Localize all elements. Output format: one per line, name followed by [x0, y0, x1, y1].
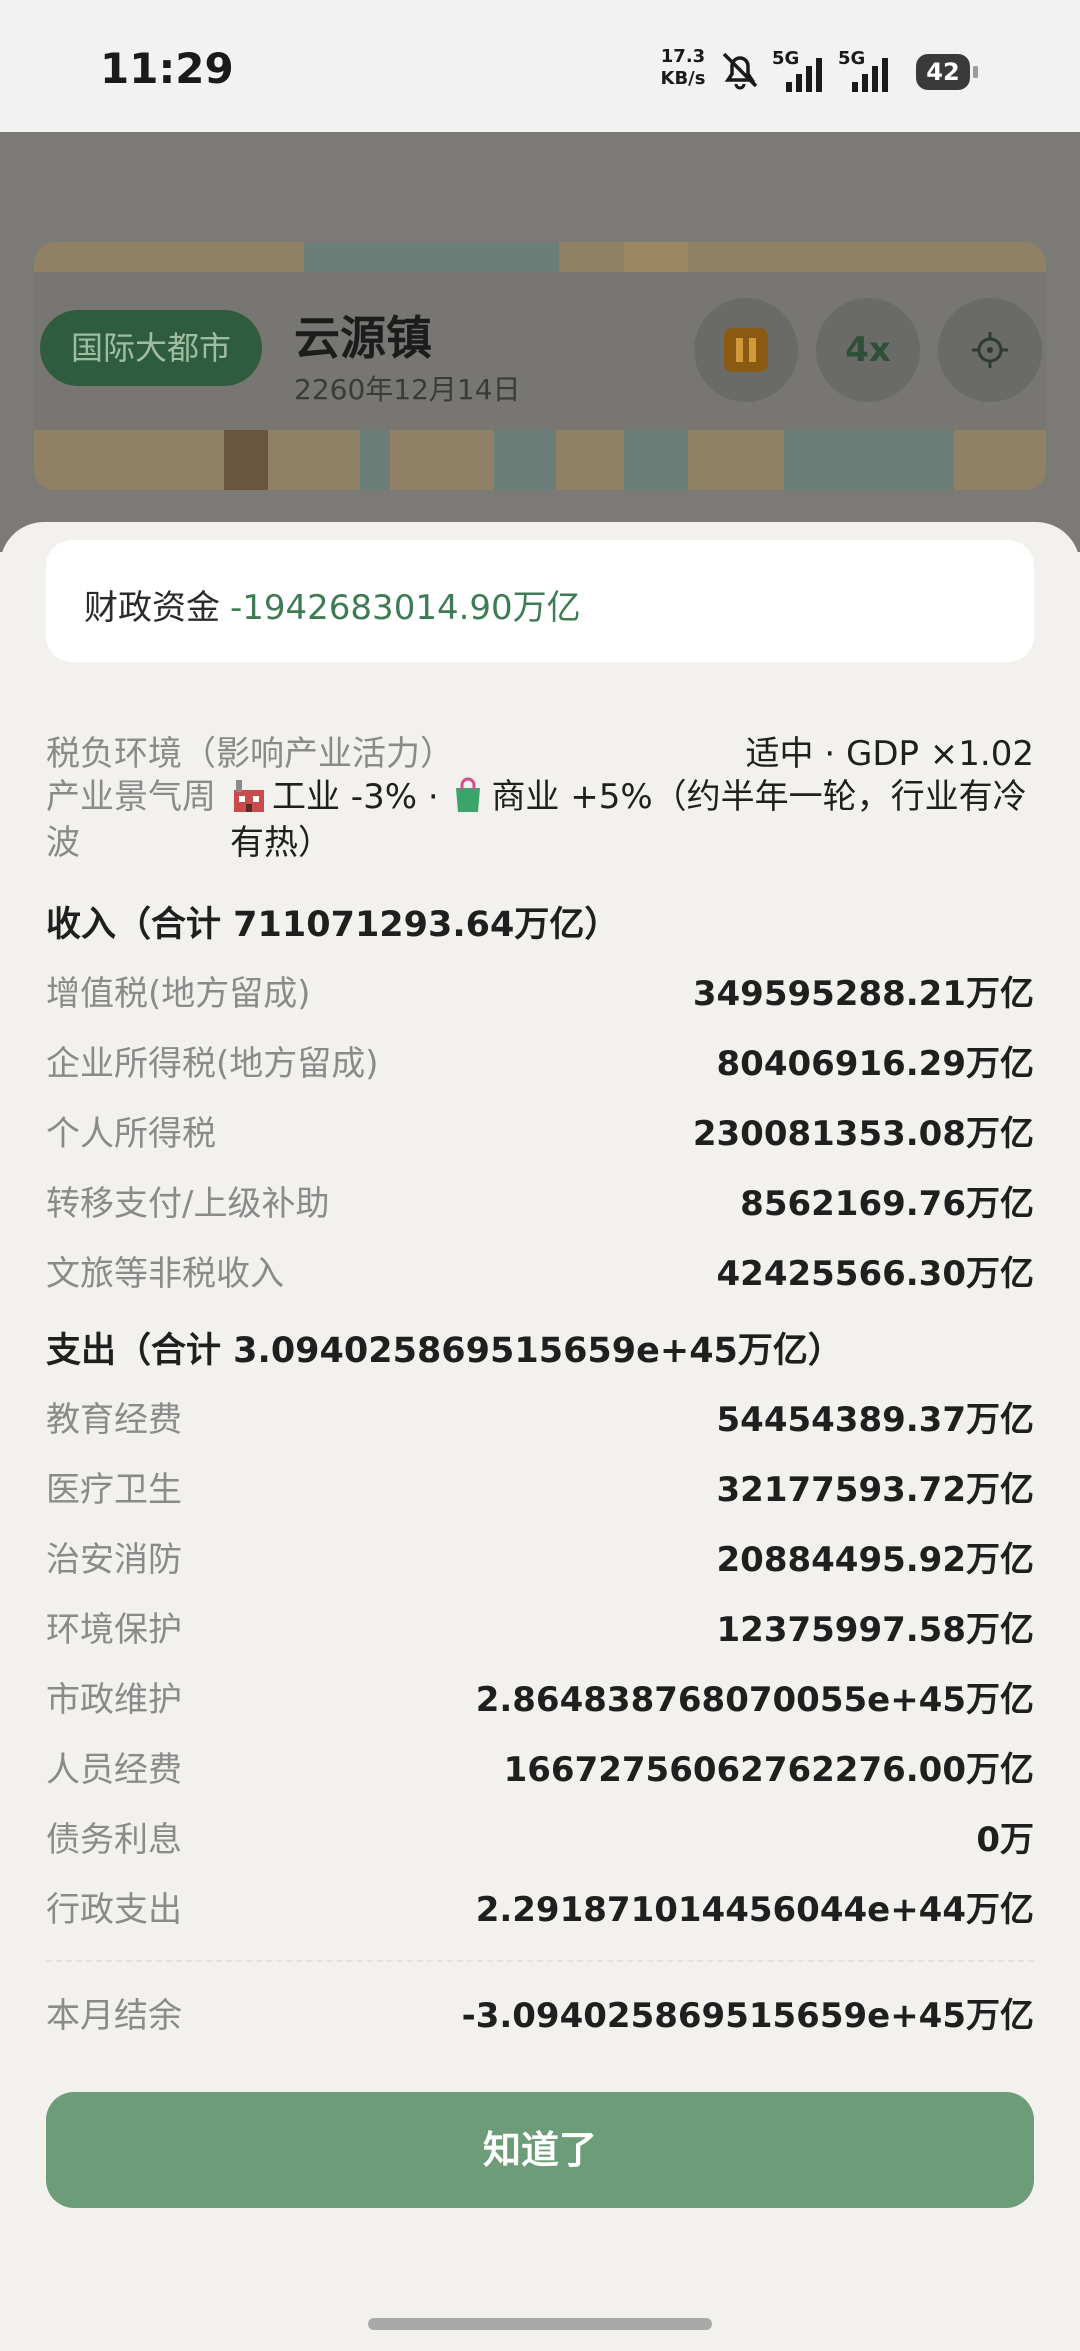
settings-icon	[972, 332, 1008, 368]
income-value: 8562169.76万亿	[740, 1184, 1034, 1224]
expense-label: 医疗卫生	[46, 1470, 182, 1510]
network-speed: 17.3 KB/s	[658, 46, 708, 90]
network-speed-unit: KB/s	[660, 68, 706, 89]
speed-button[interactable]: 4x	[816, 298, 920, 402]
funds-card: 财政资金 -1942683014.90万亿	[46, 540, 1034, 662]
divider	[46, 1960, 1034, 1962]
town-name: 云源镇	[294, 311, 432, 365]
factory-icon	[234, 780, 264, 812]
game-date: 2260年12月14日	[294, 373, 521, 406]
city-strip-top	[34, 242, 1046, 272]
income-value: 230081353.08万亿	[692, 1114, 1034, 1154]
income-value: 349595288.21万亿	[692, 974, 1034, 1014]
expense-value: 12375997.58万亿	[716, 1610, 1035, 1650]
expense-value: 32177593.72万亿	[716, 1470, 1035, 1510]
network-speed-value: 17.3	[660, 46, 706, 67]
income-label: 文旅等非税收入	[46, 1254, 284, 1294]
industry-cycle-text: 工业 -3% · 商业 +5%（约半年一轮，行业有冷有热）	[230, 774, 1034, 866]
expense-label: 市政维护	[46, 1680, 182, 1720]
pause-icon	[724, 328, 768, 372]
mute-bell-icon	[722, 52, 758, 90]
expense-label: 教育经费	[46, 1400, 182, 1440]
funds-value: -1942683014.90万亿	[230, 588, 581, 628]
income-value: 80406916.29万亿	[716, 1044, 1035, 1084]
balance-value: -3.094025869515659e+45万亿	[461, 1996, 1034, 2036]
signal-5g-2: 5G	[838, 48, 900, 94]
status-bar: 11:29 17.3 KB/s 5G 5G 42	[0, 0, 1080, 132]
pause-button[interactable]	[694, 298, 798, 402]
city-strip-bottom	[34, 430, 1046, 490]
finance-sheet: 财政资金 -1942683014.90万亿 税负环境（影响产业活力） 适中 · …	[0, 522, 1080, 2351]
expense-label: 环境保护	[46, 1610, 182, 1650]
funds-label: 财政资金	[84, 588, 220, 628]
game-header: 国际大都市 云源镇 2260年12月14日 4x	[34, 272, 1046, 430]
status-time: 11:29	[100, 44, 234, 93]
tax-environment-value: 适中 · GDP ×1.02	[745, 734, 1034, 774]
shopping-bag-icon	[456, 777, 481, 812]
settings-button[interactable]	[938, 298, 1042, 402]
expense-value: 2.291871014456044e+44万亿	[475, 1890, 1034, 1930]
expense-label: 行政支出	[46, 1890, 182, 1930]
expense-label: 债务利息	[46, 1820, 182, 1860]
expense-value: 20884495.92万亿	[716, 1540, 1035, 1580]
tax-environment-label: 税负环境（影响产业活力）	[46, 734, 454, 774]
signal-bars-icon	[786, 58, 822, 92]
income-label: 转移支付/上级补助	[46, 1184, 330, 1224]
income-label: 增值税(地方留成)	[46, 974, 311, 1014]
ok-button[interactable]: 知道了	[46, 2092, 1034, 2208]
income-label: 企业所得税(地方留成)	[46, 1044, 379, 1084]
industry-cycle-industry: 工业 -3% ·	[272, 777, 450, 817]
expense-value: 54454389.37万亿	[716, 1400, 1035, 1440]
expense-value: 0万	[976, 1820, 1034, 1860]
home-indicator[interactable]	[368, 2318, 712, 2330]
expense-label: 治安消防	[46, 1540, 182, 1580]
battery-icon: 42	[916, 54, 978, 90]
city-level-badge[interactable]: 国际大都市	[40, 310, 262, 386]
industry-cycle-label: 产业景气周波	[46, 777, 216, 863]
income-title: 收入（合计 711071293.64万亿）	[46, 905, 620, 945]
signal-5g-1: 5G	[772, 48, 834, 94]
game-background: 国际大都市 云源镇 2260年12月14日 4x	[0, 132, 1080, 552]
income-value: 42425566.30万亿	[716, 1254, 1035, 1294]
balance-label: 本月结余	[46, 1996, 182, 2036]
signal-bars-icon	[852, 58, 888, 92]
income-label: 个人所得税	[46, 1114, 216, 1154]
expense-value: 2.864838768070055e+45万亿	[475, 1680, 1034, 1720]
expense-title: 支出（合计 3.094025869515659e+45万亿）	[46, 1331, 843, 1371]
expense-value: 16672756062762276.00万亿	[503, 1750, 1034, 1790]
expense-label: 人员经费	[46, 1750, 182, 1790]
